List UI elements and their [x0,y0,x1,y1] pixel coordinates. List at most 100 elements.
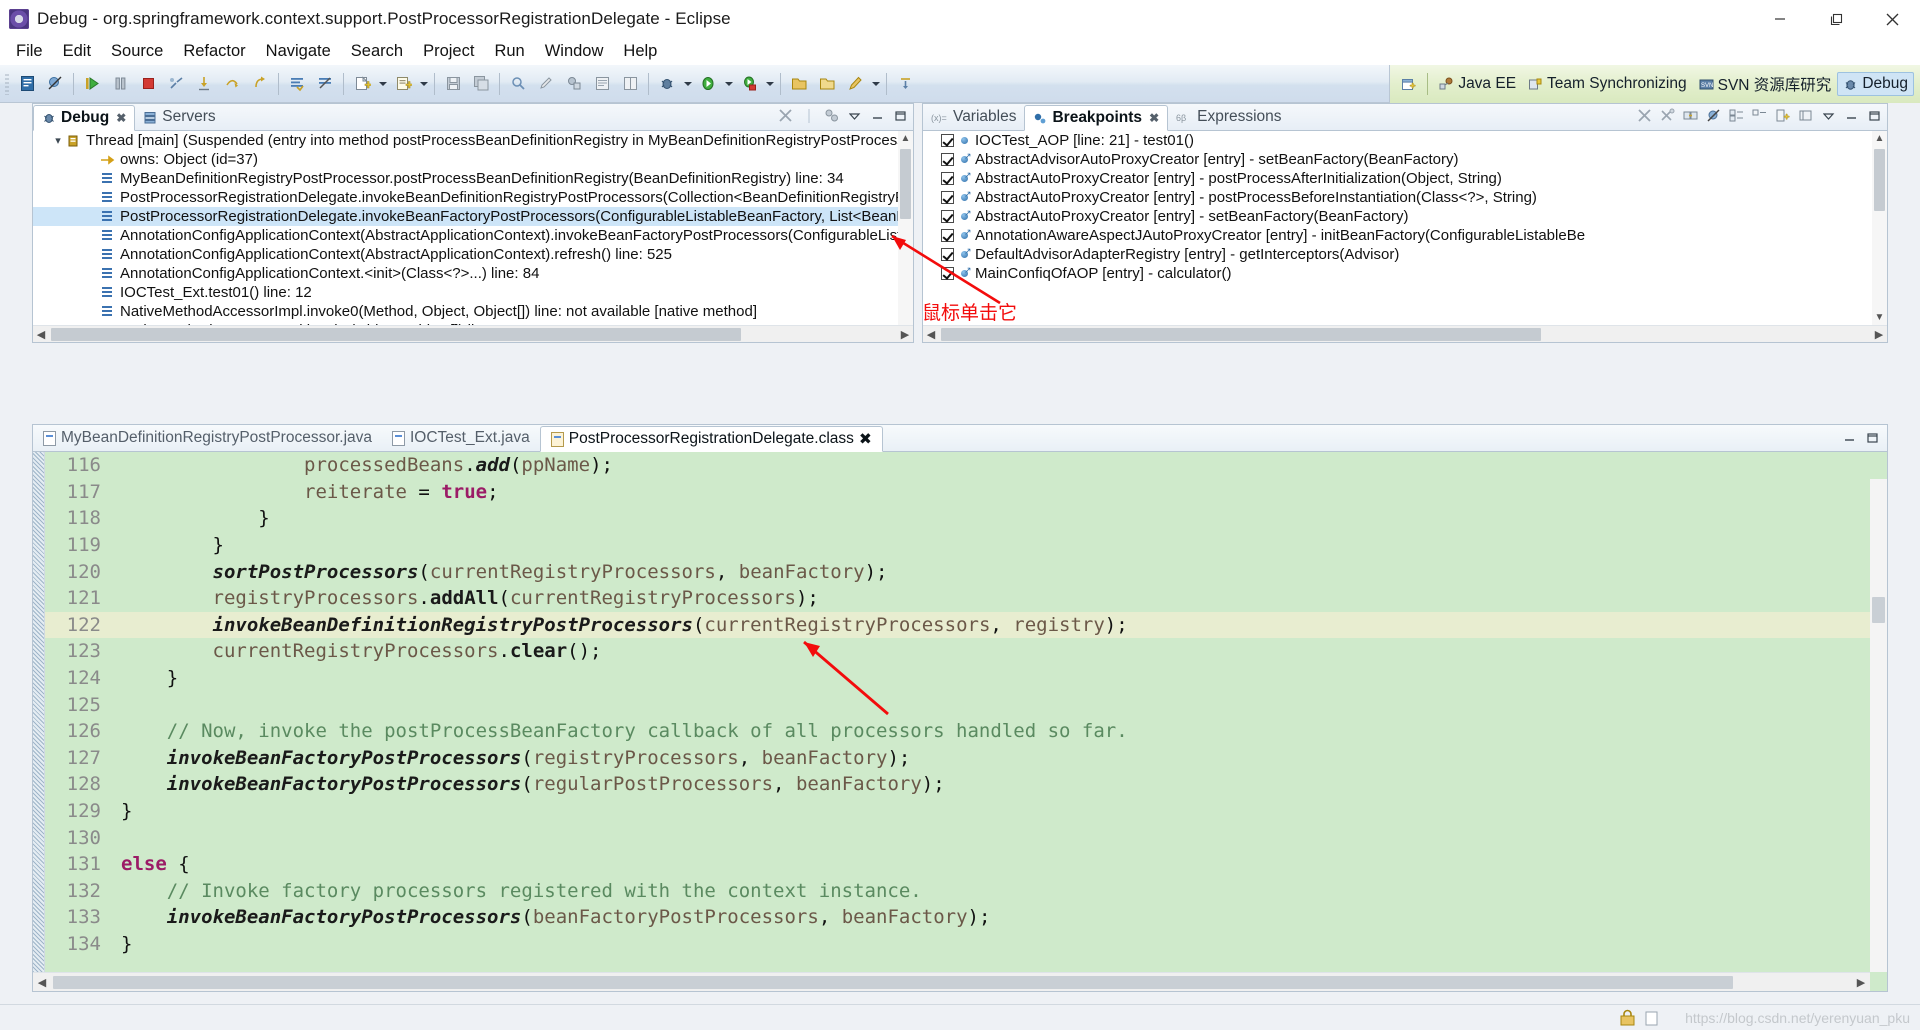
perspective-team-synchronizing[interactable]: Team Synchronizing [1522,72,1693,96]
lock-icon[interactable] [1618,1009,1638,1027]
breakpoint-row[interactable]: ↗ MainConfiqOfAOP [entry] - calculator() [923,264,1887,283]
code-line[interactable]: 122 invokeBeanDefinitionRegistryPostProc… [45,611,1870,639]
scroll-down-icon[interactable]: ▼ [1872,310,1887,325]
breakpoints-list[interactable]: IOCTest_AOP [line: 21] - test01() ↗ Abstra… [923,131,1887,325]
new-dropdown-arrow-icon[interactable] [376,71,389,97]
debug-stack-row[interactable]: owns: Object (id=37) [33,150,913,169]
coverage-dropdown-arrow-icon[interactable] [763,71,776,97]
close-icon[interactable]: ✖ [1149,111,1159,125]
scroll-left-icon[interactable]: ◀ [923,328,939,341]
expand-chevron-icon[interactable]: ▾ [51,134,65,147]
link-with-debug-view-icon[interactable] [1682,107,1699,124]
breakpoint-checkbox[interactable] [941,248,954,261]
editor-hscroll-track[interactable] [51,973,1852,992]
menu-project[interactable]: Project [413,40,484,63]
skip-all-breakpoints-toggle-icon[interactable] [1705,107,1722,124]
run-coverage-icon[interactable] [736,71,762,97]
collapse-all-icon[interactable] [1751,107,1768,124]
open-folder-2-icon[interactable] [814,71,840,97]
vscroll-thumb[interactable] [900,149,911,219]
new-java-project-icon[interactable] [349,71,375,97]
breakpoint-checkbox[interactable] [941,134,954,147]
debug-stack-tree[interactable]: ▾ Thread [main] (Suspended (entry into me… [33,131,913,325]
hscroll-thumb[interactable] [941,327,1541,341]
breakpoints-hscrollbar[interactable]: ◀ ▶ [923,325,1887,342]
debug-stack-row[interactable]: AnnotationConfigApplicationContext.<init… [33,264,913,283]
scroll-right-icon[interactable]: ▶ [1871,328,1887,341]
open-console-icon[interactable] [14,71,40,97]
close-icon[interactable]: ✖ [116,111,126,125]
code-line[interactable]: 133 invokeBeanFactoryPostProcessors(bean… [45,904,1870,931]
menu-source[interactable]: Source [101,40,173,63]
editor-tab[interactable]: IOCTest_Ext.java [382,425,540,451]
minimize-view-icon[interactable] [1843,107,1860,124]
editor-code-area[interactable]: 116 processedBeans.add(ppName); 117 reite… [33,452,1887,991]
resume-icon[interactable] [79,71,105,97]
code-line[interactable]: 131 else { [45,851,1870,878]
menu-run[interactable]: Run [484,40,534,63]
maximize-editor-icon[interactable] [1864,429,1881,446]
save-icon[interactable] [440,71,466,97]
minimize-editor-icon[interactable] [1841,429,1858,446]
breakpoint-checkbox[interactable] [941,172,954,185]
code-line[interactable]: 125 [45,691,1870,718]
hscroll-thumb[interactable] [51,327,741,341]
menu-refactor[interactable]: Refactor [173,40,255,63]
hscroll-track[interactable] [939,326,1871,343]
debug-tree-hscrollbar[interactable]: ◀ ▶ [33,325,913,342]
debug-view-options-icon[interactable] [823,107,840,124]
debug-bug-icon[interactable] [654,71,680,97]
breakpoint-working-sets-icon[interactable] [1797,107,1814,124]
code-line[interactable]: 126 // Now, invoke the postProcessBeanFa… [45,718,1870,745]
perspective-svn-repository[interactable]: SVN SVN 资源库研究 [1693,70,1838,98]
code-line[interactable]: 124 } [45,665,1870,692]
scroll-left-icon[interactable]: ◀ [33,976,51,989]
scroll-right-icon[interactable]: ▶ [897,328,913,341]
menu-window[interactable]: Window [535,40,614,63]
breakpoint-checkbox[interactable] [941,153,954,166]
step-into-icon[interactable] [191,71,217,97]
breakpoint-row[interactable]: IOCTest_AOP [line: 21] - test01() [923,131,1887,150]
external-tools-icon[interactable] [561,71,587,97]
tab-variables[interactable]: (x)= Variables [923,104,1024,130]
terminate-icon[interactable] [135,71,161,97]
tab-debug[interactable]: Debug ✖ [33,105,136,131]
open-folder-icon[interactable] [786,71,812,97]
toggle-mark-occurrences-icon[interactable] [284,71,310,97]
code-line[interactable]: 119 } [45,532,1870,559]
toolbar-grip[interactable] [5,72,9,95]
debug-stack-row[interactable]: AnnotationConfigApplicationContext(Abstr… [33,245,913,264]
menu-file[interactable]: File [6,40,53,63]
breakpoint-checkbox[interactable] [941,267,954,280]
remove-breakpoint-icon[interactable] [1636,107,1653,124]
code-line[interactable]: 129} [45,798,1870,825]
scroll-right-icon[interactable]: ▶ [1852,976,1870,989]
code-line[interactable]: 116 processedBeans.add(ppName); [45,452,1870,479]
new-wizard-icon[interactable] [390,71,416,97]
debug-stack-row[interactable]: ▾ Thread [main] (Suspended (entry into me… [33,131,913,150]
run-icon[interactable] [695,71,721,97]
annotate-icon[interactable] [842,71,868,97]
code-line[interactable]: 127 invokeBeanFactoryPostProcessors(regi… [45,745,1870,772]
close-icon[interactable]: ✖ [859,430,872,449]
scroll-left-icon[interactable]: ◀ [33,328,49,341]
minimize-view-icon[interactable] [869,107,886,124]
debug-dropdown-arrow-icon[interactable] [681,71,694,97]
step-over-icon[interactable] [219,71,245,97]
breakpoint-row[interactable]: ↗ AbstractAutoProxyCreator [entry] - post… [923,169,1887,188]
breakpoint-row[interactable]: ↗ AnnotationAwareAspectJAutoProxyCreator … [923,226,1887,245]
code-line[interactable]: 130 [45,824,1870,851]
code-line[interactable]: 132 // Invoke factory processors registe… [45,878,1870,905]
perspective-java-ee[interactable]: Java EE [1433,72,1522,96]
maximize-button[interactable] [1808,0,1864,38]
code-line[interactable]: 134} [45,931,1870,958]
hscroll-track[interactable] [49,326,897,343]
editor-vscrollbar[interactable] [1870,479,1887,972]
debug-stack-row[interactable]: MyBeanDefinitionRegistryPostProcessor.po… [33,169,913,188]
view-menu-icon[interactable] [846,107,863,124]
editor-lines[interactable]: 116 processedBeans.add(ppName); 117 reite… [45,452,1870,972]
breakpoint-checkbox[interactable] [941,210,954,223]
editor-annotation-ruler[interactable] [33,452,45,972]
breakpoint-row[interactable]: ↗ AbstractAutoProxyCreator [entry] - post… [923,188,1887,207]
tab-servers[interactable]: Servers [135,104,223,130]
